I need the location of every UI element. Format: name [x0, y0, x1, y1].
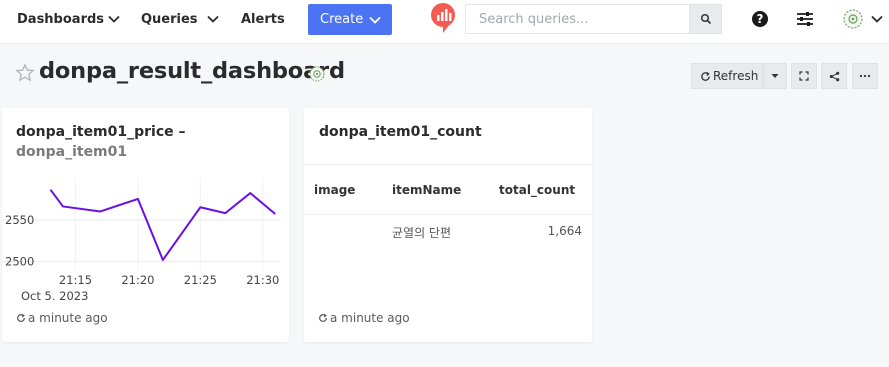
- updated-text: a minute ago: [28, 311, 108, 325]
- owner-avatar-icon: [309, 66, 325, 82]
- chevron-down-icon: [369, 16, 381, 24]
- svg-text:?: ?: [757, 12, 764, 26]
- ellipsis-icon: [859, 74, 871, 78]
- widget-title: donpa_item01_count: [319, 124, 482, 140]
- x-tick-label: 21:25: [184, 273, 217, 287]
- redash-logo-icon[interactable]: [430, 2, 458, 34]
- share-button[interactable]: [821, 63, 847, 89]
- column-header-total-count[interactable]: total_count: [499, 183, 575, 197]
- refresh-icon: [17, 313, 25, 322]
- column-header-itemname[interactable]: itemName: [392, 183, 461, 197]
- cell-itemname: 균열의 단편: [392, 226, 452, 240]
- x-date-label: Oct 5, 2023: [21, 289, 88, 300]
- updated-text: a minute ago: [330, 311, 410, 325]
- create-button-label: Create: [320, 12, 364, 27]
- nav-queries[interactable]: Queries: [141, 0, 198, 38]
- refresh-button-label: Refresh: [713, 69, 759, 83]
- widget-title-text: donpa_item01_price –: [16, 124, 186, 140]
- x-tick-label: 21:15: [59, 273, 92, 287]
- series-line: [49, 189, 276, 261]
- chevron-down-icon[interactable]: [107, 12, 121, 26]
- nav-dashboards[interactable]: Dashboards: [17, 0, 104, 38]
- chart-widget: donpa_item01_price – donpa_item01 2550 25…: [2, 108, 289, 342]
- divider: [304, 214, 592, 215]
- x-tick-label: 21:20: [121, 273, 154, 287]
- favorite-star-icon[interactable]: [15, 63, 35, 83]
- widget-subtitle: donpa_item01: [16, 144, 128, 160]
- page-title: donpa_result_dashboard: [39, 58, 345, 84]
- create-button[interactable]: Create: [308, 4, 392, 35]
- share-icon: [829, 71, 839, 81]
- cell-total-count: 1,664: [547, 224, 582, 238]
- widget-title: donpa_item01_price – donpa_item01: [16, 122, 186, 162]
- fullscreen-icon: [799, 71, 809, 81]
- widget-updated: a minute ago: [16, 311, 108, 325]
- refresh-icon: [319, 313, 327, 322]
- table-widget: donpa_item01_count image itemName total_…: [304, 108, 592, 342]
- fullscreen-button[interactable]: [791, 63, 817, 89]
- chevron-down-icon[interactable]: [206, 12, 220, 26]
- search-icon: [700, 13, 711, 25]
- refresh-button[interactable]: Refresh: [691, 63, 763, 89]
- widget-updated: a minute ago: [318, 311, 410, 325]
- top-navbar: Dashboards Queries Alerts Create ?: [0, 0, 889, 44]
- caret-down-icon: [771, 74, 779, 78]
- refresh-icon: [701, 71, 710, 81]
- search-input[interactable]: [465, 4, 690, 34]
- y-tick-label: 2550: [5, 213, 34, 227]
- user-avatar-icon[interactable]: [843, 9, 863, 29]
- help-icon[interactable]: ?: [751, 10, 769, 28]
- more-options-button[interactable]: [852, 63, 878, 89]
- price-line-chart: 2550 2500 21:15 21:20 21:25 21:30 Oct 5, 2023: [2, 178, 279, 300]
- x-tick-label: 21:30: [246, 273, 279, 287]
- column-header-image[interactable]: image: [314, 183, 355, 197]
- search-button[interactable]: [689, 4, 722, 34]
- y-tick-label: 2500: [5, 255, 34, 269]
- settings-sliders-icon[interactable]: [796, 10, 814, 28]
- nav-alerts[interactable]: Alerts: [241, 0, 285, 38]
- chevron-down-icon[interactable]: [870, 12, 884, 26]
- refresh-options-button[interactable]: [763, 63, 787, 89]
- divider: [304, 164, 592, 165]
